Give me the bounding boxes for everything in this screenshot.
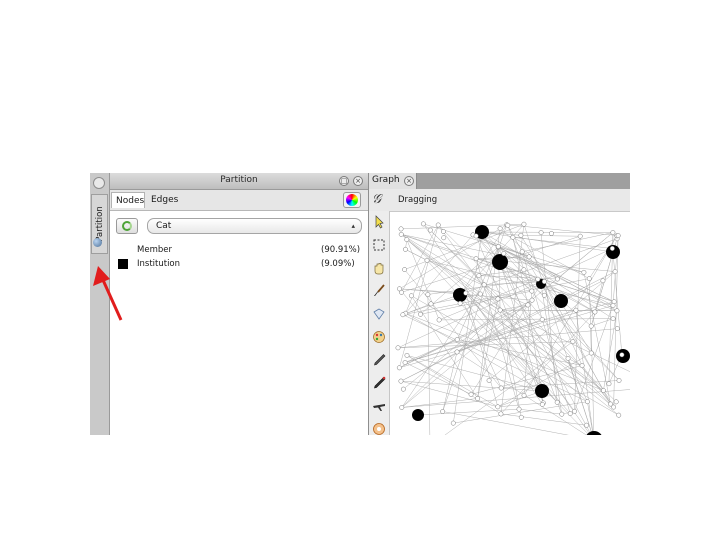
annotation-arrow [93, 266, 123, 321]
